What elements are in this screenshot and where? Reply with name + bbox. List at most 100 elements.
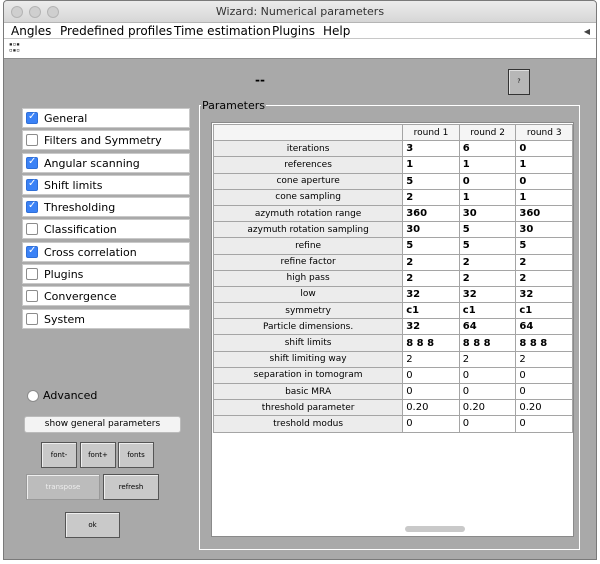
- value-cell[interactable]: 64: [515, 318, 573, 336]
- value-cell[interactable]: 5: [402, 172, 460, 190]
- menu-overflow-arrow-icon[interactable]: ◀: [584, 27, 590, 36]
- value-cell[interactable]: 0: [458, 415, 517, 433]
- thresholding-checkbox[interactable]: [26, 200, 38, 214]
- value-cell[interactable]: 0: [402, 415, 460, 433]
- value-cell[interactable]: 5: [402, 237, 460, 255]
- value-cell[interactable]: 0.20: [515, 399, 573, 417]
- category-classification[interactable]: Classification: [22, 219, 190, 240]
- column-header: round 2: [458, 123, 517, 142]
- value-cell[interactable]: 5: [515, 237, 573, 255]
- refresh-button[interactable]: refresh: [103, 474, 159, 500]
- classification-checkbox[interactable]: [26, 223, 38, 236]
- value-cell[interactable]: 6: [458, 140, 517, 158]
- value-cell[interactable]: 30: [458, 204, 517, 223]
- value-cell[interactable]: 0: [458, 366, 517, 385]
- value-cell[interactable]: 5: [458, 221, 517, 239]
- show-general-parameters-button[interactable]: show general parameters: [24, 416, 181, 433]
- value-cell[interactable]: 0: [515, 172, 573, 190]
- value-cell[interactable]: 0: [458, 382, 517, 401]
- category-plugins[interactable]: Plugins: [22, 264, 190, 285]
- value-cell[interactable]: 3: [402, 140, 460, 158]
- filters-symmetry-checkbox[interactable]: [26, 134, 38, 147]
- value-cell[interactable]: 2: [515, 350, 573, 368]
- row-header: references: [212, 156, 404, 174]
- category-convergence[interactable]: Convergence: [22, 286, 190, 307]
- value-cell[interactable]: 0: [515, 382, 573, 401]
- category-general[interactable]: General: [22, 108, 190, 128]
- value-cell[interactable]: 2: [515, 269, 573, 287]
- row-header: basic MRA: [212, 382, 404, 401]
- value-cell[interactable]: 0: [458, 172, 517, 190]
- value-cell[interactable]: 0: [515, 140, 573, 158]
- category-thresholding[interactable]: Thresholding: [22, 197, 190, 218]
- value-cell[interactable]: 8 8 8: [402, 334, 460, 352]
- category-shift-limits[interactable]: Shift limits: [22, 174, 190, 195]
- menu-angles[interactable]: Angles: [11, 23, 51, 39]
- category-filters-symmetry[interactable]: Filters and Symmetry: [22, 130, 190, 151]
- value-cell[interactable]: 2: [458, 253, 517, 271]
- table-row: azymuth rotation range 360 30 360: [212, 204, 573, 223]
- value-cell[interactable]: 0: [515, 415, 573, 433]
- value-cell[interactable]: c1: [515, 302, 573, 320]
- value-cell[interactable]: 30: [515, 221, 573, 239]
- angular-scanning-checkbox[interactable]: [26, 156, 38, 169]
- system-checkbox[interactable]: [26, 312, 38, 325]
- value-cell[interactable]: 32: [515, 285, 573, 304]
- status-text: --: [255, 73, 265, 87]
- parameters-title: Parameters: [201, 99, 266, 112]
- value-cell[interactable]: 2: [402, 350, 460, 368]
- value-cell[interactable]: 2: [458, 269, 517, 287]
- value-cell[interactable]: 2: [515, 253, 573, 271]
- value-cell[interactable]: 1: [515, 156, 573, 174]
- menu-predefined-profiles[interactable]: Predefined profiles: [60, 23, 172, 39]
- fonts-button[interactable]: fonts: [118, 442, 154, 468]
- value-cell[interactable]: 1: [402, 156, 460, 174]
- value-cell[interactable]: 5: [458, 237, 517, 255]
- font-increase-button[interactable]: font+: [80, 442, 116, 468]
- value-cell[interactable]: 0.20: [402, 399, 460, 417]
- value-cell[interactable]: 1: [515, 188, 573, 206]
- ok-button[interactable]: ok: [65, 512, 120, 538]
- value-cell[interactable]: 8 8 8: [458, 334, 517, 352]
- general-checkbox[interactable]: [26, 111, 38, 124]
- grid-toggle-icon[interactable]: ▪▫▪ ▫▪▫: [9, 42, 20, 54]
- category-cross-correlation[interactable]: Cross correlation: [22, 241, 190, 262]
- table-row: high pass 2 2 2: [212, 269, 573, 287]
- value-cell[interactable]: 1: [458, 188, 517, 206]
- value-cell[interactable]: 0: [515, 366, 573, 385]
- value-cell[interactable]: 1: [458, 156, 517, 174]
- horizontal-scrollbar[interactable]: [405, 526, 465, 532]
- value-cell[interactable]: 8 8 8: [515, 334, 573, 352]
- value-cell[interactable]: 32: [402, 318, 460, 336]
- table-row: references 1 1 1: [212, 156, 573, 174]
- value-cell[interactable]: c1: [402, 302, 460, 320]
- value-cell[interactable]: 32: [458, 285, 517, 304]
- value-cell[interactable]: 64: [458, 318, 517, 336]
- value-cell[interactable]: 2: [402, 269, 460, 287]
- value-cell[interactable]: 2: [402, 253, 460, 271]
- menu-time-estimation[interactable]: Time estimation: [174, 23, 271, 39]
- value-cell[interactable]: 0: [402, 382, 460, 401]
- value-cell[interactable]: 30: [402, 221, 460, 239]
- value-cell[interactable]: 32: [402, 285, 460, 304]
- value-cell[interactable]: 2: [402, 188, 460, 206]
- plugins-checkbox[interactable]: [26, 268, 38, 281]
- menu-help[interactable]: Help: [323, 23, 350, 39]
- value-cell[interactable]: 0: [402, 366, 460, 385]
- value-cell[interactable]: 0.20: [458, 399, 517, 417]
- help-button[interactable]: ?: [508, 69, 530, 95]
- menu-plugins[interactable]: Plugins: [272, 23, 315, 39]
- row-header: separation in tomogram: [212, 366, 404, 385]
- value-cell[interactable]: c1: [458, 302, 517, 320]
- value-cell[interactable]: 360: [402, 204, 460, 223]
- advanced-radio[interactable]: [27, 390, 39, 402]
- cross-correlation-checkbox[interactable]: [26, 245, 38, 258]
- category-system[interactable]: System: [22, 308, 190, 329]
- category-angular-scanning[interactable]: Angular scanning: [22, 152, 190, 173]
- convergence-checkbox[interactable]: [26, 290, 38, 303]
- font-decrease-button[interactable]: font-: [41, 442, 77, 468]
- value-cell[interactable]: 360: [515, 204, 573, 223]
- table-row: threshold parameter 0.20 0.20 0.20: [212, 399, 573, 417]
- shift-limits-checkbox[interactable]: [26, 178, 38, 191]
- value-cell[interactable]: 2: [458, 350, 517, 368]
